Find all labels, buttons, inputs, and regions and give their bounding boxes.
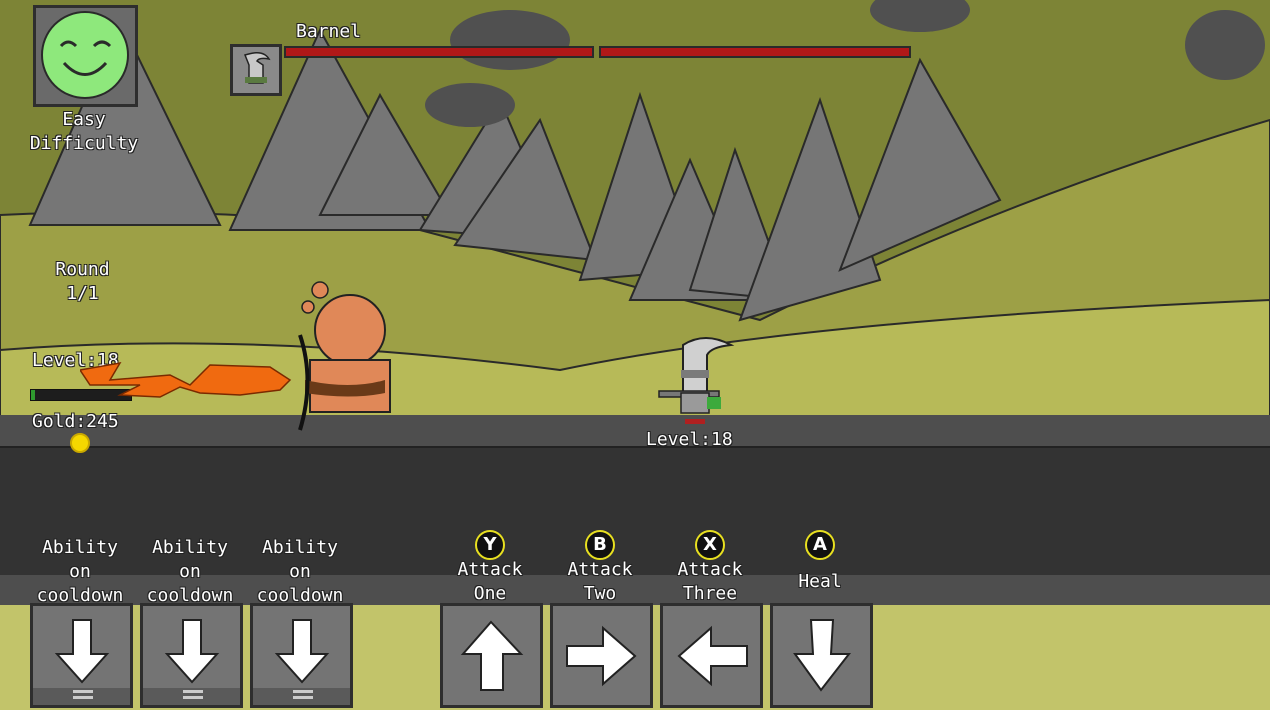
arrow-up-icon bbox=[460, 620, 524, 691]
attack-three-label: Attack Three bbox=[677, 559, 743, 604]
knight-portrait-icon bbox=[244, 52, 271, 84]
heal-label: Heal bbox=[798, 571, 842, 592]
arrow-down-icon bbox=[143, 619, 240, 705]
arrow-down-icon bbox=[33, 619, 130, 705]
ability-1-label: Ability on cooldown bbox=[36, 537, 124, 606]
controller-a-icon: A bbox=[805, 530, 835, 560]
heal-button[interactable] bbox=[770, 603, 873, 708]
enemy-portrait bbox=[230, 44, 282, 96]
enemy-health-bar-2 bbox=[599, 46, 911, 58]
attack-two-label: Attack Two bbox=[567, 559, 633, 604]
arrow-down-icon bbox=[253, 619, 350, 705]
attack-two-button[interactable] bbox=[550, 603, 653, 708]
arrow-left-icon bbox=[677, 625, 748, 687]
ability-2-label: Ability on cooldown bbox=[146, 537, 234, 606]
arrow-down-icon bbox=[793, 619, 852, 692]
attack-one-button[interactable] bbox=[440, 603, 543, 708]
arrow-right-icon bbox=[566, 625, 637, 687]
smiley-face-icon bbox=[41, 11, 129, 99]
controller-y-icon: Y bbox=[475, 530, 505, 560]
ability-3-button[interactable] bbox=[250, 603, 353, 708]
flame-sword bbox=[80, 361, 292, 398]
enemy-name: Barnel bbox=[296, 21, 362, 42]
player-character bbox=[80, 281, 391, 431]
enemy-health-bar-1 bbox=[284, 46, 594, 58]
ability-2-button[interactable] bbox=[140, 603, 243, 708]
enemy-level: Level:18 bbox=[646, 429, 733, 450]
controller-x-icon: X bbox=[695, 530, 725, 560]
attack-three-button[interactable] bbox=[660, 603, 763, 708]
difficulty-label: Easy Difficulty bbox=[29, 109, 139, 154]
ability-3-label: Ability on cooldown bbox=[256, 537, 344, 606]
gold-coin-icon bbox=[70, 433, 90, 453]
ability-1-button[interactable] bbox=[30, 603, 133, 708]
enemy-knight bbox=[658, 337, 735, 424]
controller-b-icon: B bbox=[585, 530, 615, 560]
attack-one-label: Attack One bbox=[457, 559, 523, 604]
difficulty-portrait bbox=[33, 5, 138, 107]
